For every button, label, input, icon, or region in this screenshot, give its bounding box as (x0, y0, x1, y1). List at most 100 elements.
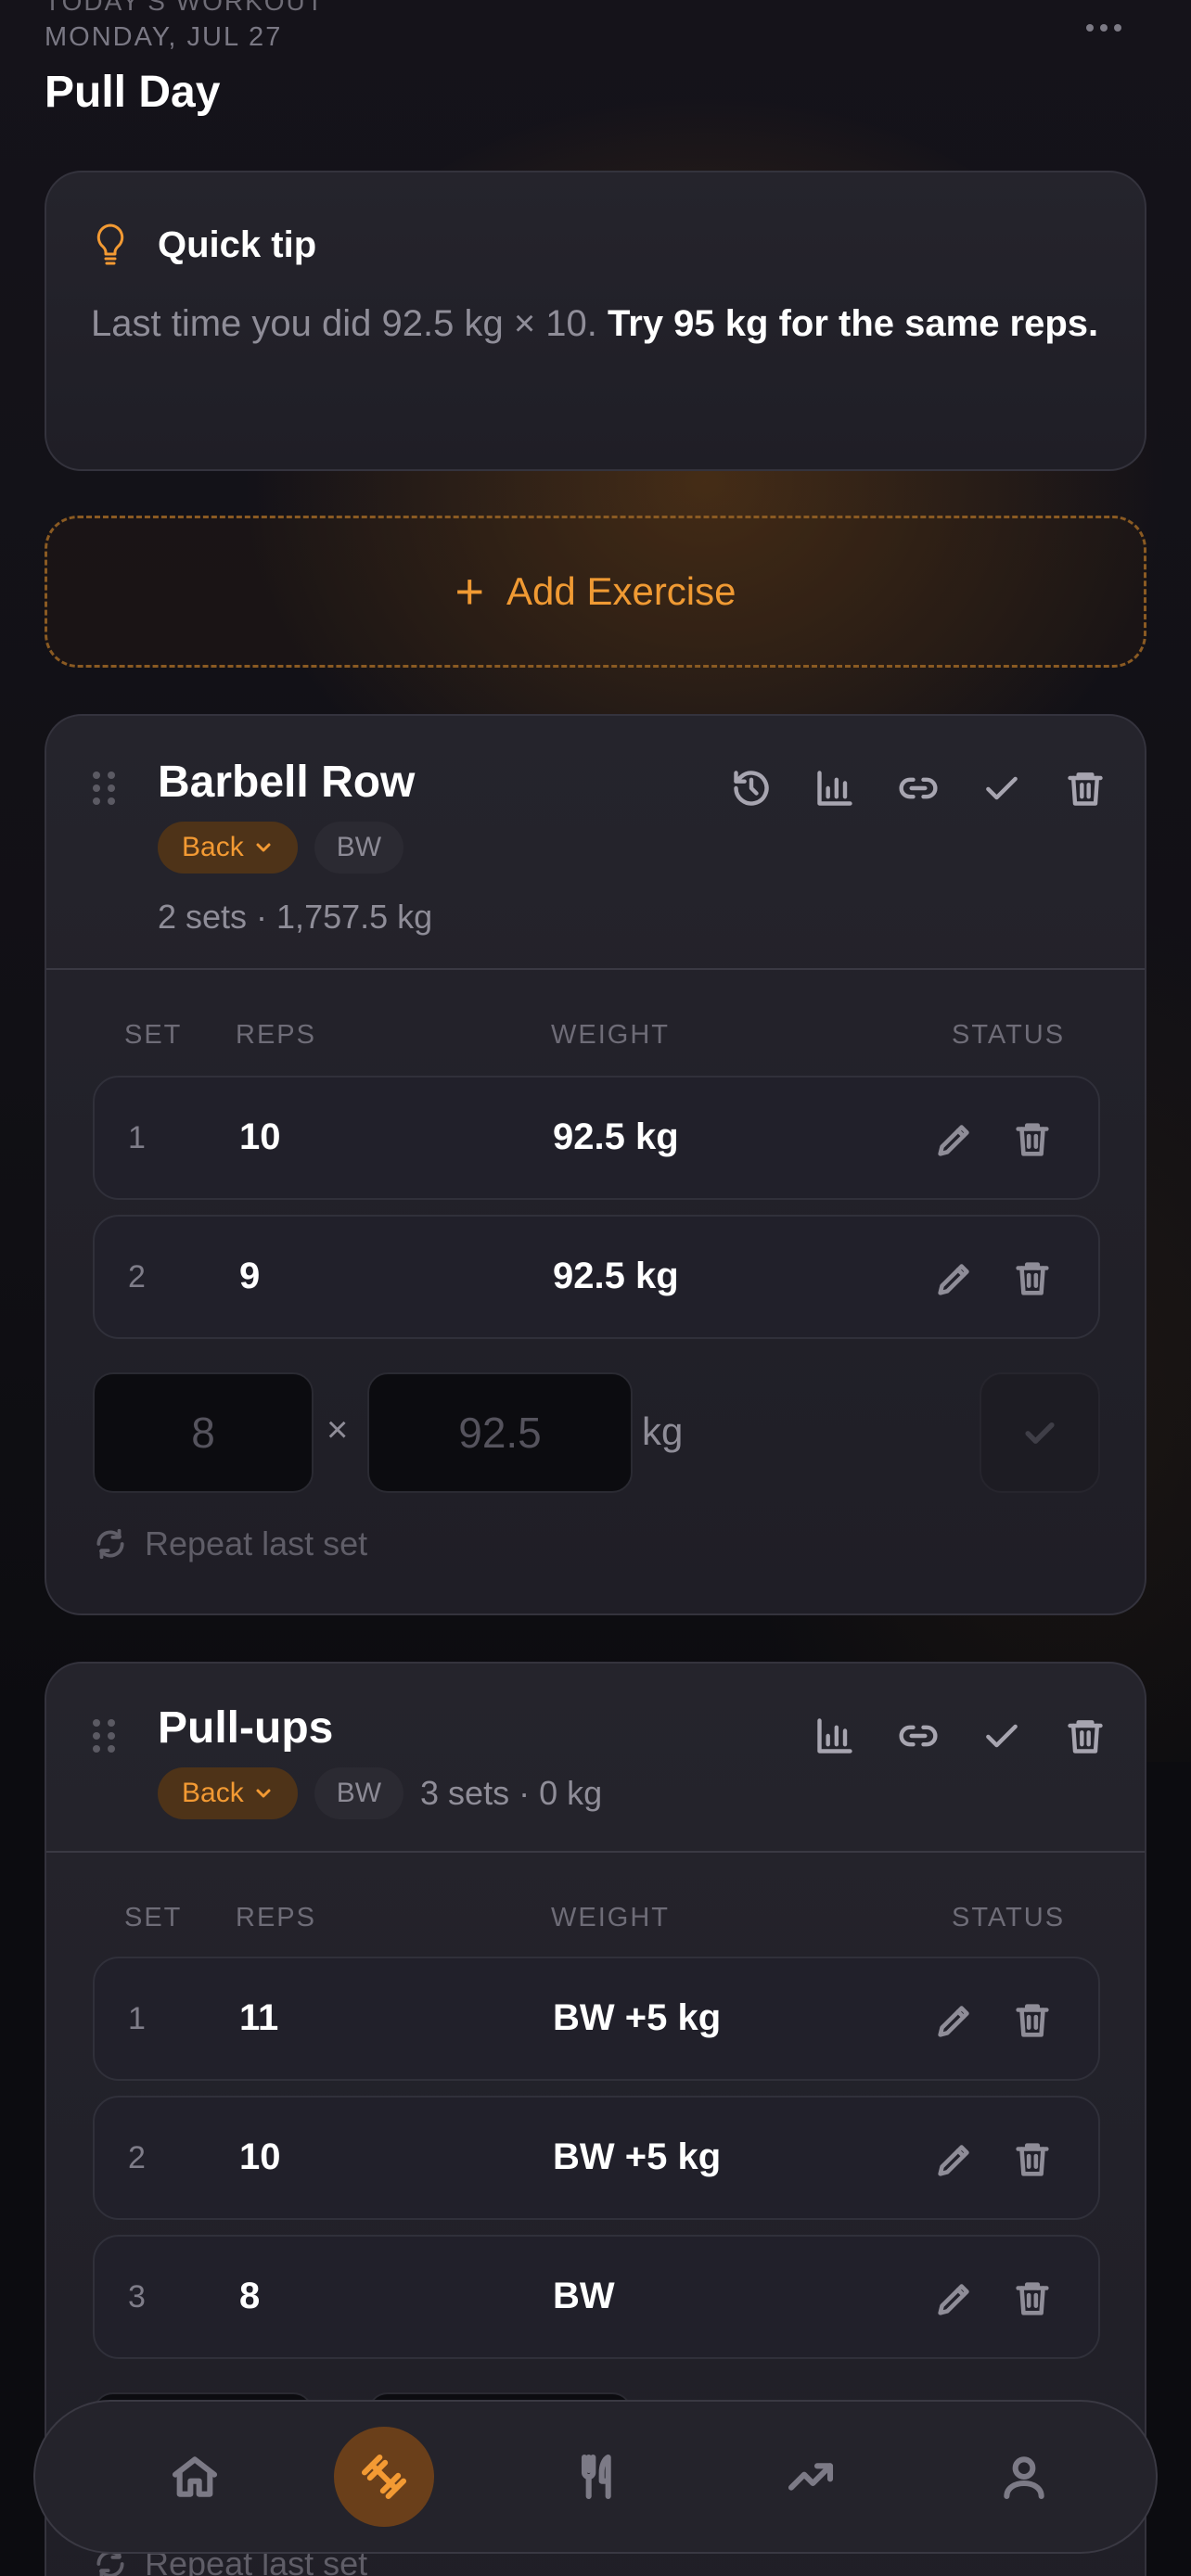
set-row: 1 10 92.5 kg (93, 1076, 1100, 1200)
delete-set-button[interactable] (1011, 2138, 1054, 2181)
set-weight: 92.5 kg (553, 1116, 679, 1157)
divider (46, 968, 1145, 970)
pencil-icon (938, 1264, 969, 1295)
edit-set-button[interactable] (933, 2138, 976, 2181)
delete-set-button[interactable] (1011, 1257, 1054, 1300)
muscle-group-label: Back (182, 832, 244, 862)
stats-button[interactable] (811, 1712, 859, 1760)
set-number: 1 (128, 1120, 146, 1155)
set-reps: 10 (239, 1116, 281, 1157)
header-date: MONDAY, JUL 27 (45, 22, 283, 52)
edit-set-button[interactable] (933, 1257, 976, 1300)
bodyweight-tag: BW (314, 1767, 404, 1819)
muscle-group-dropdown[interactable]: Back (158, 822, 298, 874)
set-weight: 92.5 kg (553, 1256, 679, 1296)
delete-set-button[interactable] (1011, 1118, 1054, 1161)
link-icon (899, 1725, 938, 1747)
nav-nutrition[interactable] (547, 2427, 647, 2527)
add-exercise-label: Add Exercise (506, 569, 736, 613)
quick-tip-text-strong: Try 95 kg for the same reps. (608, 303, 1099, 344)
col-header-reps: REPS (236, 1020, 316, 1050)
pencil-icon (938, 2006, 969, 2037)
exercise-name: Barbell Row (158, 758, 416, 807)
workout-icon (361, 2454, 407, 2500)
drag-handle-icon[interactable] (93, 1719, 115, 1753)
set-number: 2 (128, 1259, 146, 1294)
quick-tip-title: Quick tip (158, 224, 317, 265)
bar-chart-icon (817, 1718, 852, 1753)
nav-progress[interactable] (761, 2427, 861, 2527)
delete-exercise-button[interactable] (1061, 764, 1109, 812)
complete-exercise-button[interactable] (978, 764, 1026, 812)
check-icon (1025, 1422, 1055, 1444)
trash-icon (1016, 2282, 1049, 2315)
refresh-icon (96, 1528, 124, 1560)
muscle-group-label: Back (182, 1778, 244, 1808)
stats-button[interactable] (811, 764, 859, 812)
add-exercise-button[interactable]: + Add Exercise (45, 516, 1146, 668)
log-set-button[interactable] (980, 1372, 1100, 1493)
weight-input-placeholder: 92.5 (458, 1409, 542, 1457)
link-superset-button[interactable] (894, 1712, 942, 1760)
plus-icon: + (455, 564, 485, 619)
lightbulb-icon (93, 223, 128, 265)
nav-home[interactable] (145, 2427, 245, 2527)
divider (46, 1851, 1145, 1853)
home-icon (172, 2456, 218, 2497)
delete-exercise-button[interactable] (1061, 1712, 1109, 1760)
reps-input-placeholder: 8 (191, 1409, 215, 1457)
set-weight: BW +5 kg (553, 2136, 722, 2177)
set-reps: 10 (239, 2136, 281, 2177)
drag-handle-icon[interactable] (93, 772, 115, 805)
nav-workout[interactable] (334, 2427, 434, 2527)
bar-chart-icon (817, 771, 852, 806)
set-weight: BW (553, 2276, 615, 2316)
delete-set-button[interactable] (1011, 2277, 1054, 2320)
edit-set-button[interactable] (933, 1999, 976, 2042)
col-header-set: SET (124, 1903, 183, 1932)
repeat-last-set-label: Repeat last set (145, 1524, 368, 1562)
edit-set-button[interactable] (933, 1118, 976, 1161)
set-number: 2 (128, 2140, 146, 2175)
edit-set-button[interactable] (933, 2277, 976, 2320)
quick-tip-card: Quick tip Last time you did 92.5 kg × 10… (45, 171, 1146, 471)
quick-tip-text-muted: Last time you did 92.5 kg × 10. (91, 303, 597, 344)
col-header-status: STATUS (952, 1903, 1066, 1932)
chevron-down-icon (256, 843, 271, 852)
check-icon (986, 776, 1018, 800)
complete-exercise-button[interactable] (978, 1712, 1026, 1760)
muscle-group-dropdown[interactable]: Back (158, 1767, 298, 1819)
exercise-name: Pull-ups (158, 1703, 334, 1753)
more-dot-icon (1086, 24, 1094, 32)
pencil-icon (938, 1125, 969, 1156)
delete-set-button[interactable] (1011, 1999, 1054, 2042)
exercise-summary: 3 sets · 0 kg (420, 1774, 603, 1812)
profile-icon (1004, 2456, 1044, 2500)
nav-profile[interactable] (974, 2427, 1074, 2527)
trash-icon (1016, 2143, 1049, 2176)
col-header-status: STATUS (952, 1020, 1066, 1050)
repeat-last-set-button[interactable]: Repeat last set (93, 1524, 367, 1563)
history-button[interactable] (727, 764, 775, 812)
set-reps: 9 (239, 1256, 261, 1296)
exercise-actions (727, 764, 1109, 812)
col-header-weight: WEIGHT (551, 1903, 670, 1932)
col-header-set: SET (124, 1020, 183, 1050)
link-icon (899, 777, 938, 799)
page-title: Pull Day (45, 68, 221, 117)
exercise-card: Barbell Row Back BW 2 sets · 1,757.5 kg … (45, 714, 1146, 1615)
set-row: 2 10 BW +5 kg (93, 2096, 1100, 2220)
trash-icon (1068, 772, 1103, 806)
progress-icon (788, 2463, 834, 2491)
bodyweight-tag: BW (314, 822, 404, 874)
quick-tip-text: Last time you did 92.5 kg × 10. Try 95 k… (91, 291, 1111, 356)
exercise-summary: 2 sets · 1,757.5 kg (158, 898, 433, 936)
more-options-button[interactable] (1082, 20, 1126, 35)
nutrition-icon (581, 2454, 611, 2500)
reps-input[interactable]: 8 (93, 1372, 314, 1493)
link-superset-button[interactable] (894, 764, 942, 812)
weight-input[interactable]: 92.5 (367, 1372, 633, 1493)
more-dot-icon (1114, 24, 1121, 32)
set-number: 3 (128, 2279, 146, 2315)
exercise-actions (811, 1712, 1109, 1760)
